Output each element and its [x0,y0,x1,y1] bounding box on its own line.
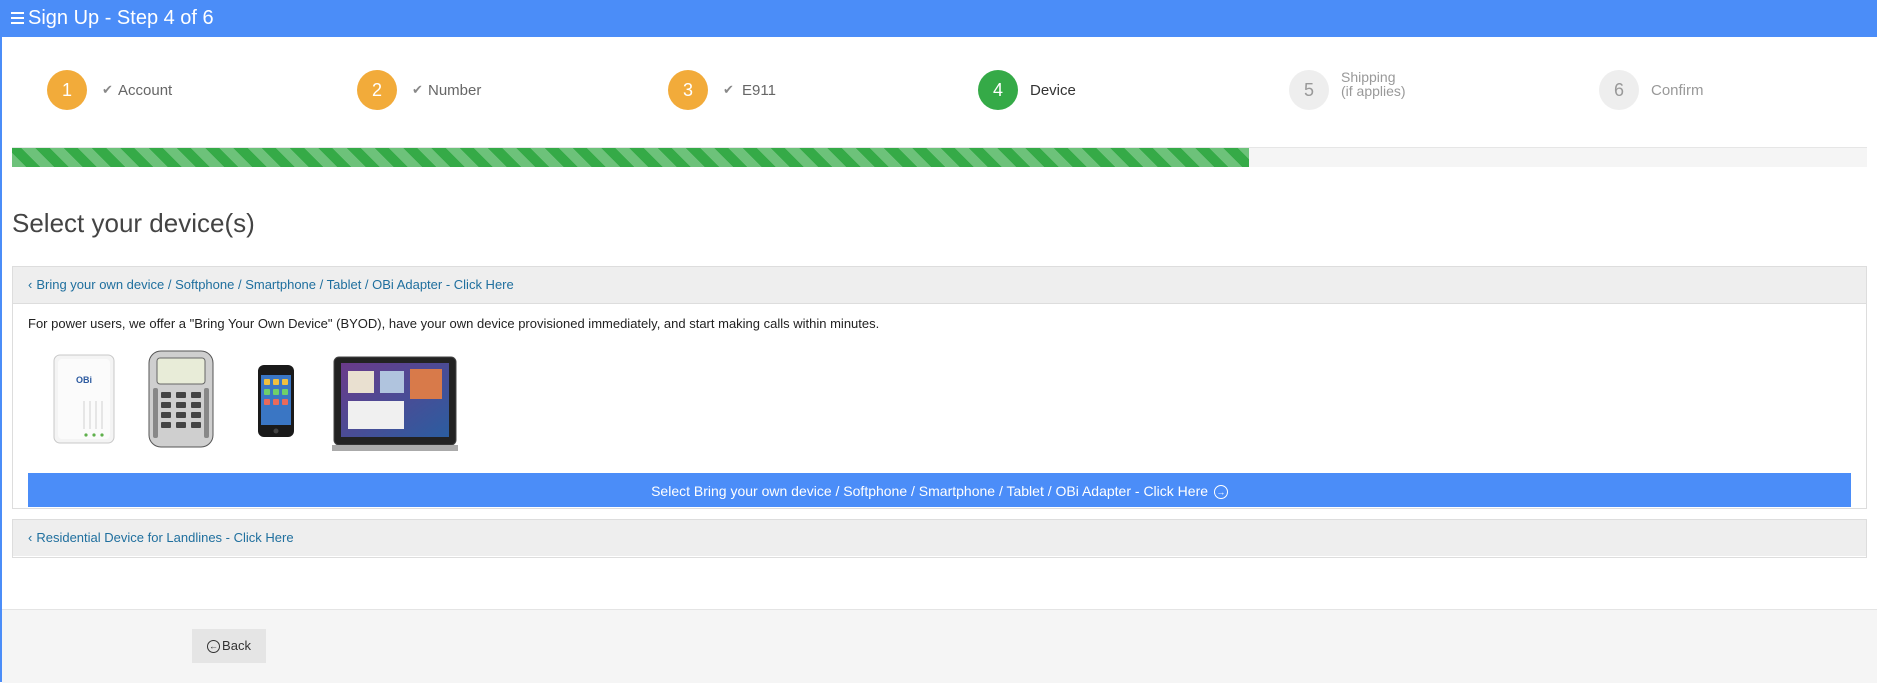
select-byod-button[interactable]: Select Bring your own device / Softphone… [28,473,1851,507]
byod-panel-body: For power users, we offer a "Bring Your … [13,304,1866,507]
check-icon: ✔ [723,82,734,97]
arrow-circle-right-icon: → [1213,485,1228,500]
device-images: OBi [28,331,1851,451]
step-number: 6 [1599,70,1639,110]
progress-bar [12,148,1250,167]
progress-track [12,147,1867,167]
hamburger-icon[interactable] [11,12,24,25]
byod-panel: ‹ Bring your own device / Softphone / Sma… [12,266,1867,509]
byod-panel-header[interactable]: ‹ Bring your own device / Softphone / Sma… [13,267,1866,304]
check-icon: ✔ [412,82,423,97]
step-number: 2 [357,70,397,110]
step-number: 4 [978,70,1018,110]
tablet-image [332,356,458,451]
step-number: 3 [668,70,708,110]
back-label: Back [222,638,251,653]
back-button[interactable]: ← Back [192,629,266,663]
step-label-line1: Shipping [1341,69,1396,85]
residential-panel: ‹ Residential Device for Landlines - Clic… [12,519,1867,558]
form-footer: ← Back [2,609,1877,683]
step-label-line2: (if applies) [1341,83,1406,99]
ip-phone-image [148,350,214,448]
smartphone-image [258,365,294,437]
step-label: Device [1030,82,1076,99]
step-label: Confirm [1651,82,1704,99]
step-label: E911 [742,82,776,99]
arrow-circle-left-icon: ← [207,640,221,654]
chevron-left-icon: ‹ [28,277,33,292]
check-icon: ✔ [102,82,113,97]
step-number: 1 [47,70,87,110]
select-byod-label: Select Bring your own device / Softphone… [651,483,1209,499]
step-label: Account [118,82,173,99]
residential-panel-header[interactable]: ‹ Residential Device for Landlines - Clic… [13,520,1866,556]
obi-adapter-image: OBi [53,354,115,444]
section-heading: Select your device(s) [12,208,255,238]
step-number: 5 [1289,70,1329,110]
step-label: Number [428,82,482,99]
svg-text:OBi: OBi [76,375,92,385]
page-title: Sign Up - Step 4 of 6 [28,7,214,29]
wizard-steps: 1 ✔ Account 2 ✔ Number 3 ✔ E911 4 Device… [0,70,1877,110]
residential-panel-title: Residential Device for Landlines - Click… [36,530,294,545]
page-header: Sign Up - Step 4 of 6 [0,0,1877,37]
chevron-left-icon: ‹ [28,530,33,545]
byod-panel-title: Bring your own device / Softphone / Smar… [36,277,514,292]
byod-description: For power users, we offer a "Bring Your … [28,316,880,331]
